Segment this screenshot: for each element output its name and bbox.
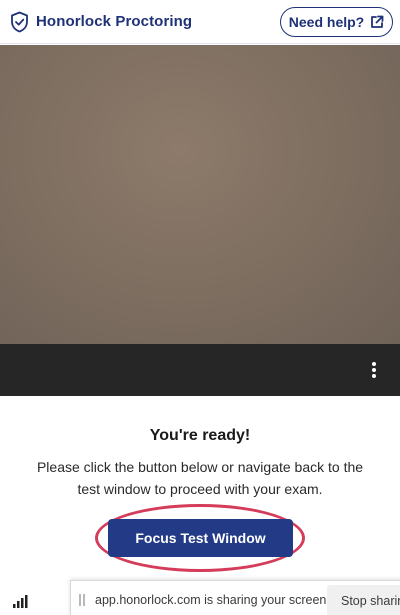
need-help-button[interactable]: Need help? [280, 6, 393, 37]
drag-handle-icon[interactable] [79, 594, 85, 606]
brand: Honorlock Proctoring [10, 11, 192, 33]
need-help-label: Need help? [288, 13, 365, 30]
focus-test-window-button[interactable]: Focus Test Window [108, 519, 293, 557]
ready-heading: You're ready! [149, 427, 251, 444]
top-bar: Honorlock Proctoring Need help? [0, 0, 400, 44]
signal-bars-icon [13, 595, 28, 608]
stop-sharing-button[interactable]: Stop sharing [327, 585, 400, 615]
shield-check-icon [11, 11, 28, 32]
screen-share-notification: app.honorlock.com is sharing your screen… [70, 580, 400, 615]
video-controls-bar [0, 344, 400, 396]
ready-message: Please click the button below or navigat… [36, 459, 364, 497]
kebab-menu-icon[interactable] [366, 360, 382, 380]
webcam-preview [0, 45, 400, 344]
brand-name: Honorlock Proctoring [36, 13, 193, 30]
external-link-icon [371, 15, 384, 28]
share-message: app.honorlock.com is sharing your screen… [95, 593, 330, 607]
